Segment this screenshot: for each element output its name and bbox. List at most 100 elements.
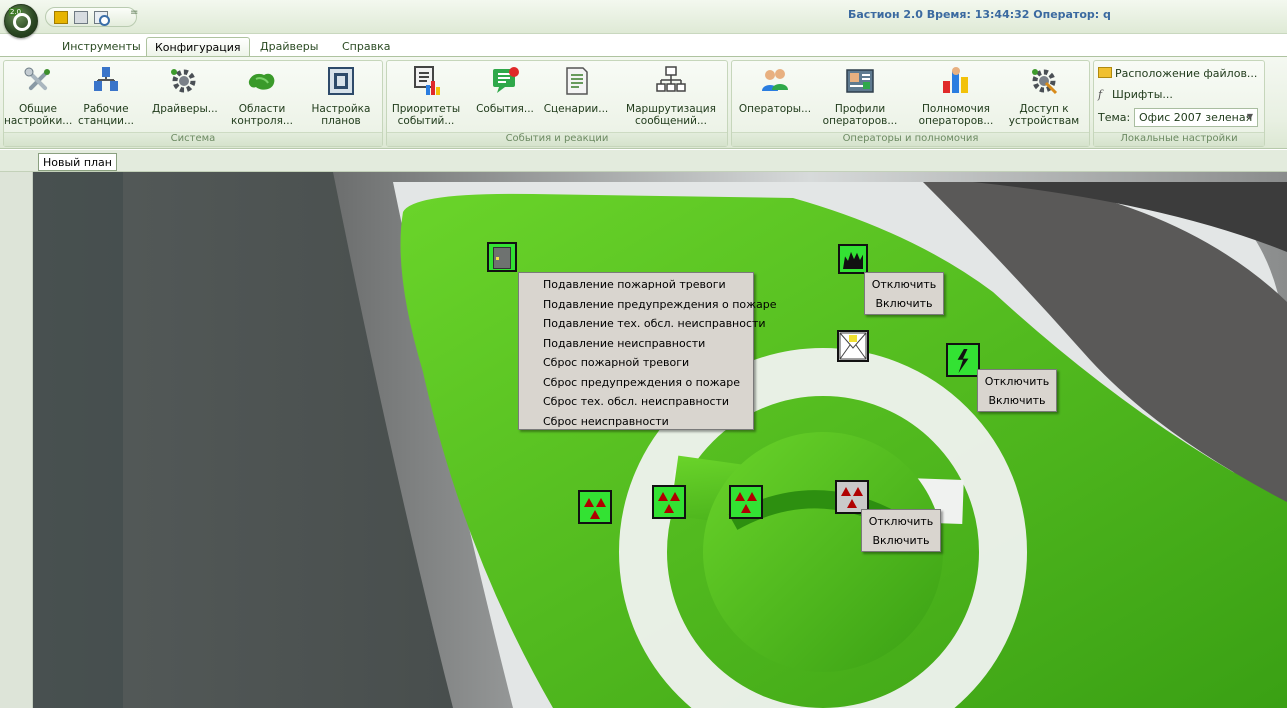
operator-permissions-button[interactable]: Полномочия операторов... [912,63,1000,133]
document-tab-strip: Новый план [0,150,1287,172]
workstations-icon [94,67,118,91]
ribbon-group-local-label: Локальные настройки [1094,132,1264,146]
menu-item-suppress-maintenance-fault[interactable]: Подавление тех. обсл. неисправности [519,314,766,334]
menu-item-suppress-fire-alarm[interactable]: Подавление пожарной тревоги [519,275,753,295]
operator-profiles-label: Профили операторов... [822,103,898,127]
ribbon-group-system: Общие настройки... Рабочие станции... Др… [3,60,383,147]
scenarios-button[interactable]: Сценарии... [543,63,609,133]
tab-tools[interactable]: Инструменты [54,37,149,56]
device-fire-alarm-group-3[interactable] [729,485,763,519]
device-access-label: Доступ к устройствам [1008,103,1080,127]
alarm-triangle-icon [853,487,863,496]
menu-item-disable[interactable]: Отключить [865,275,943,294]
tab-configuration[interactable]: Конфигурация [146,37,250,56]
event-priorities-button[interactable]: Приоритеты событий... [391,63,461,133]
tab-new-plan[interactable]: Новый план [38,153,117,171]
alarm-triangle-icon [596,498,606,507]
menu-item-disable[interactable]: Отключить [862,512,940,531]
menu-item-reset-fire-alarm[interactable]: Сброс пожарной тревоги [519,353,753,373]
events-button[interactable]: События... [471,63,539,133]
menu-item-enable[interactable]: Включить [862,531,940,550]
theme-label: Тема: [1098,111,1131,124]
app-menu-button[interactable]: 2.0 [4,4,38,38]
device-envelope-icon[interactable] [837,330,869,362]
menu-item-reset-fault[interactable]: Сброс неисправности [519,412,753,432]
context-menu-power: Отключить Включить [977,369,1057,412]
envelope-icon [839,332,867,360]
workstations-button[interactable]: Рабочие станции... [76,63,136,133]
qat-customize-button[interactable]: = [130,7,138,18]
control-areas-icon [248,73,275,90]
title-bar: 2.0 = Бастион 2.0 Время: 13:44:32 Операт… [0,0,1287,38]
operator-profiles-icon [846,69,874,93]
device-power-icon[interactable] [946,343,980,377]
tab-help[interactable]: Справка [334,37,398,56]
menu-item-enable[interactable]: Включить [865,294,943,313]
message-routing-label: Маршрутизация сообщений... [626,103,716,127]
context-menu-fire-alarm-group: Отключить Включить [861,509,941,552]
events-label: События... [476,103,534,115]
menu-item-reset-maintenance-fault[interactable]: Сброс тех. обсл. неисправности [519,392,753,412]
drivers-label: Драйверы... [152,103,218,115]
save-icon[interactable] [54,11,68,24]
plans-settings-button[interactable]: Настройка планов [304,63,378,133]
device-door-icon[interactable] [487,242,517,272]
device-fire-alarm-group-1[interactable] [578,490,612,524]
fonts-label: Шрифты... [1112,88,1173,101]
plans-settings-label: Настройка планов [311,103,371,127]
menu-item-suppress-fire-warning[interactable]: Подавление предупреждения о пожаре [519,295,777,315]
ribbon: Общие настройки... Рабочие станции... Др… [0,56,1287,149]
device-fire-alarm-group-2[interactable] [652,485,686,519]
general-settings-button[interactable]: Общие настройки... [4,63,72,133]
event-priorities-label: Приоритеты событий... [391,103,461,127]
device-fire-sensor-icon[interactable] [838,244,868,274]
print-preview-icon[interactable] [94,11,110,26]
quick-access-toolbar [45,7,137,27]
operators-icon [762,69,788,91]
tools-icon [24,67,50,91]
alarm-triangle-icon [741,504,751,513]
plan-background-image [33,172,1287,708]
menu-item-reset-fire-warning[interactable]: Сброс предупреждения о пожаре [519,373,753,393]
message-routing-button[interactable]: Маршрутизация сообщений... [619,63,723,133]
theme-row: Тема: Офис 2007 зеленая ▼ [1098,108,1258,127]
drivers-gear-icon [171,69,196,93]
print-icon[interactable] [74,11,88,24]
ribbon-group-events-label: События и реакции [387,132,727,146]
alarm-triangle-icon [584,498,594,507]
fire-icon [843,251,863,269]
alarm-triangle-icon [847,499,857,508]
operators-label: Операторы... [738,103,812,115]
tab-drivers[interactable]: Драйверы [252,37,326,56]
workstations-label: Рабочие станции... [78,103,134,127]
menu-item-disable[interactable]: Отключить [978,372,1056,391]
menu-item-enable[interactable]: Включить [978,391,1056,410]
alarm-triangle-icon [841,487,851,496]
theme-select[interactable]: Офис 2007 зеленая ▼ [1134,108,1258,127]
alarm-triangle-icon [664,504,674,513]
door-indicator-icon [496,257,499,260]
message-routing-icon [656,66,686,92]
chevron-down-icon: ▼ [1246,112,1253,121]
scenarios-icon [566,67,588,95]
operator-profiles-button[interactable]: Профили операторов... [818,63,902,133]
context-menu-fire: Подавление пожарной тревоги Подавление п… [518,272,777,432]
plan-canvas[interactable]: Подавление пожарной тревоги Подавление п… [33,172,1287,708]
file-locations-button[interactable]: Расположение файлов... [1098,67,1257,80]
menu-item-suppress-fault[interactable]: Подавление неисправности [519,334,753,354]
fonts-button[interactable]: f Шрифты... [1098,88,1173,101]
operators-button[interactable]: Операторы... [736,63,814,133]
plans-icon [328,67,354,95]
device-access-button[interactable]: Доступ к устройствам [1004,63,1084,133]
lightning-icon [957,349,969,373]
control-areas-button[interactable]: Области контроля... [226,63,298,133]
ribbon-group-operators: Операторы... Профили операторов... Полно… [731,60,1090,147]
device-access-icon [1032,69,1058,95]
alarm-triangle-icon [670,492,680,501]
alarm-triangle-icon [658,492,668,501]
ribbon-group-operators-label: Операторы и полномочия [732,132,1089,146]
theme-value: Офис 2007 зеленая [1139,111,1253,124]
folder-icon [1098,67,1112,78]
drivers-button[interactable]: Драйверы... [152,63,218,133]
left-gutter [0,172,33,708]
